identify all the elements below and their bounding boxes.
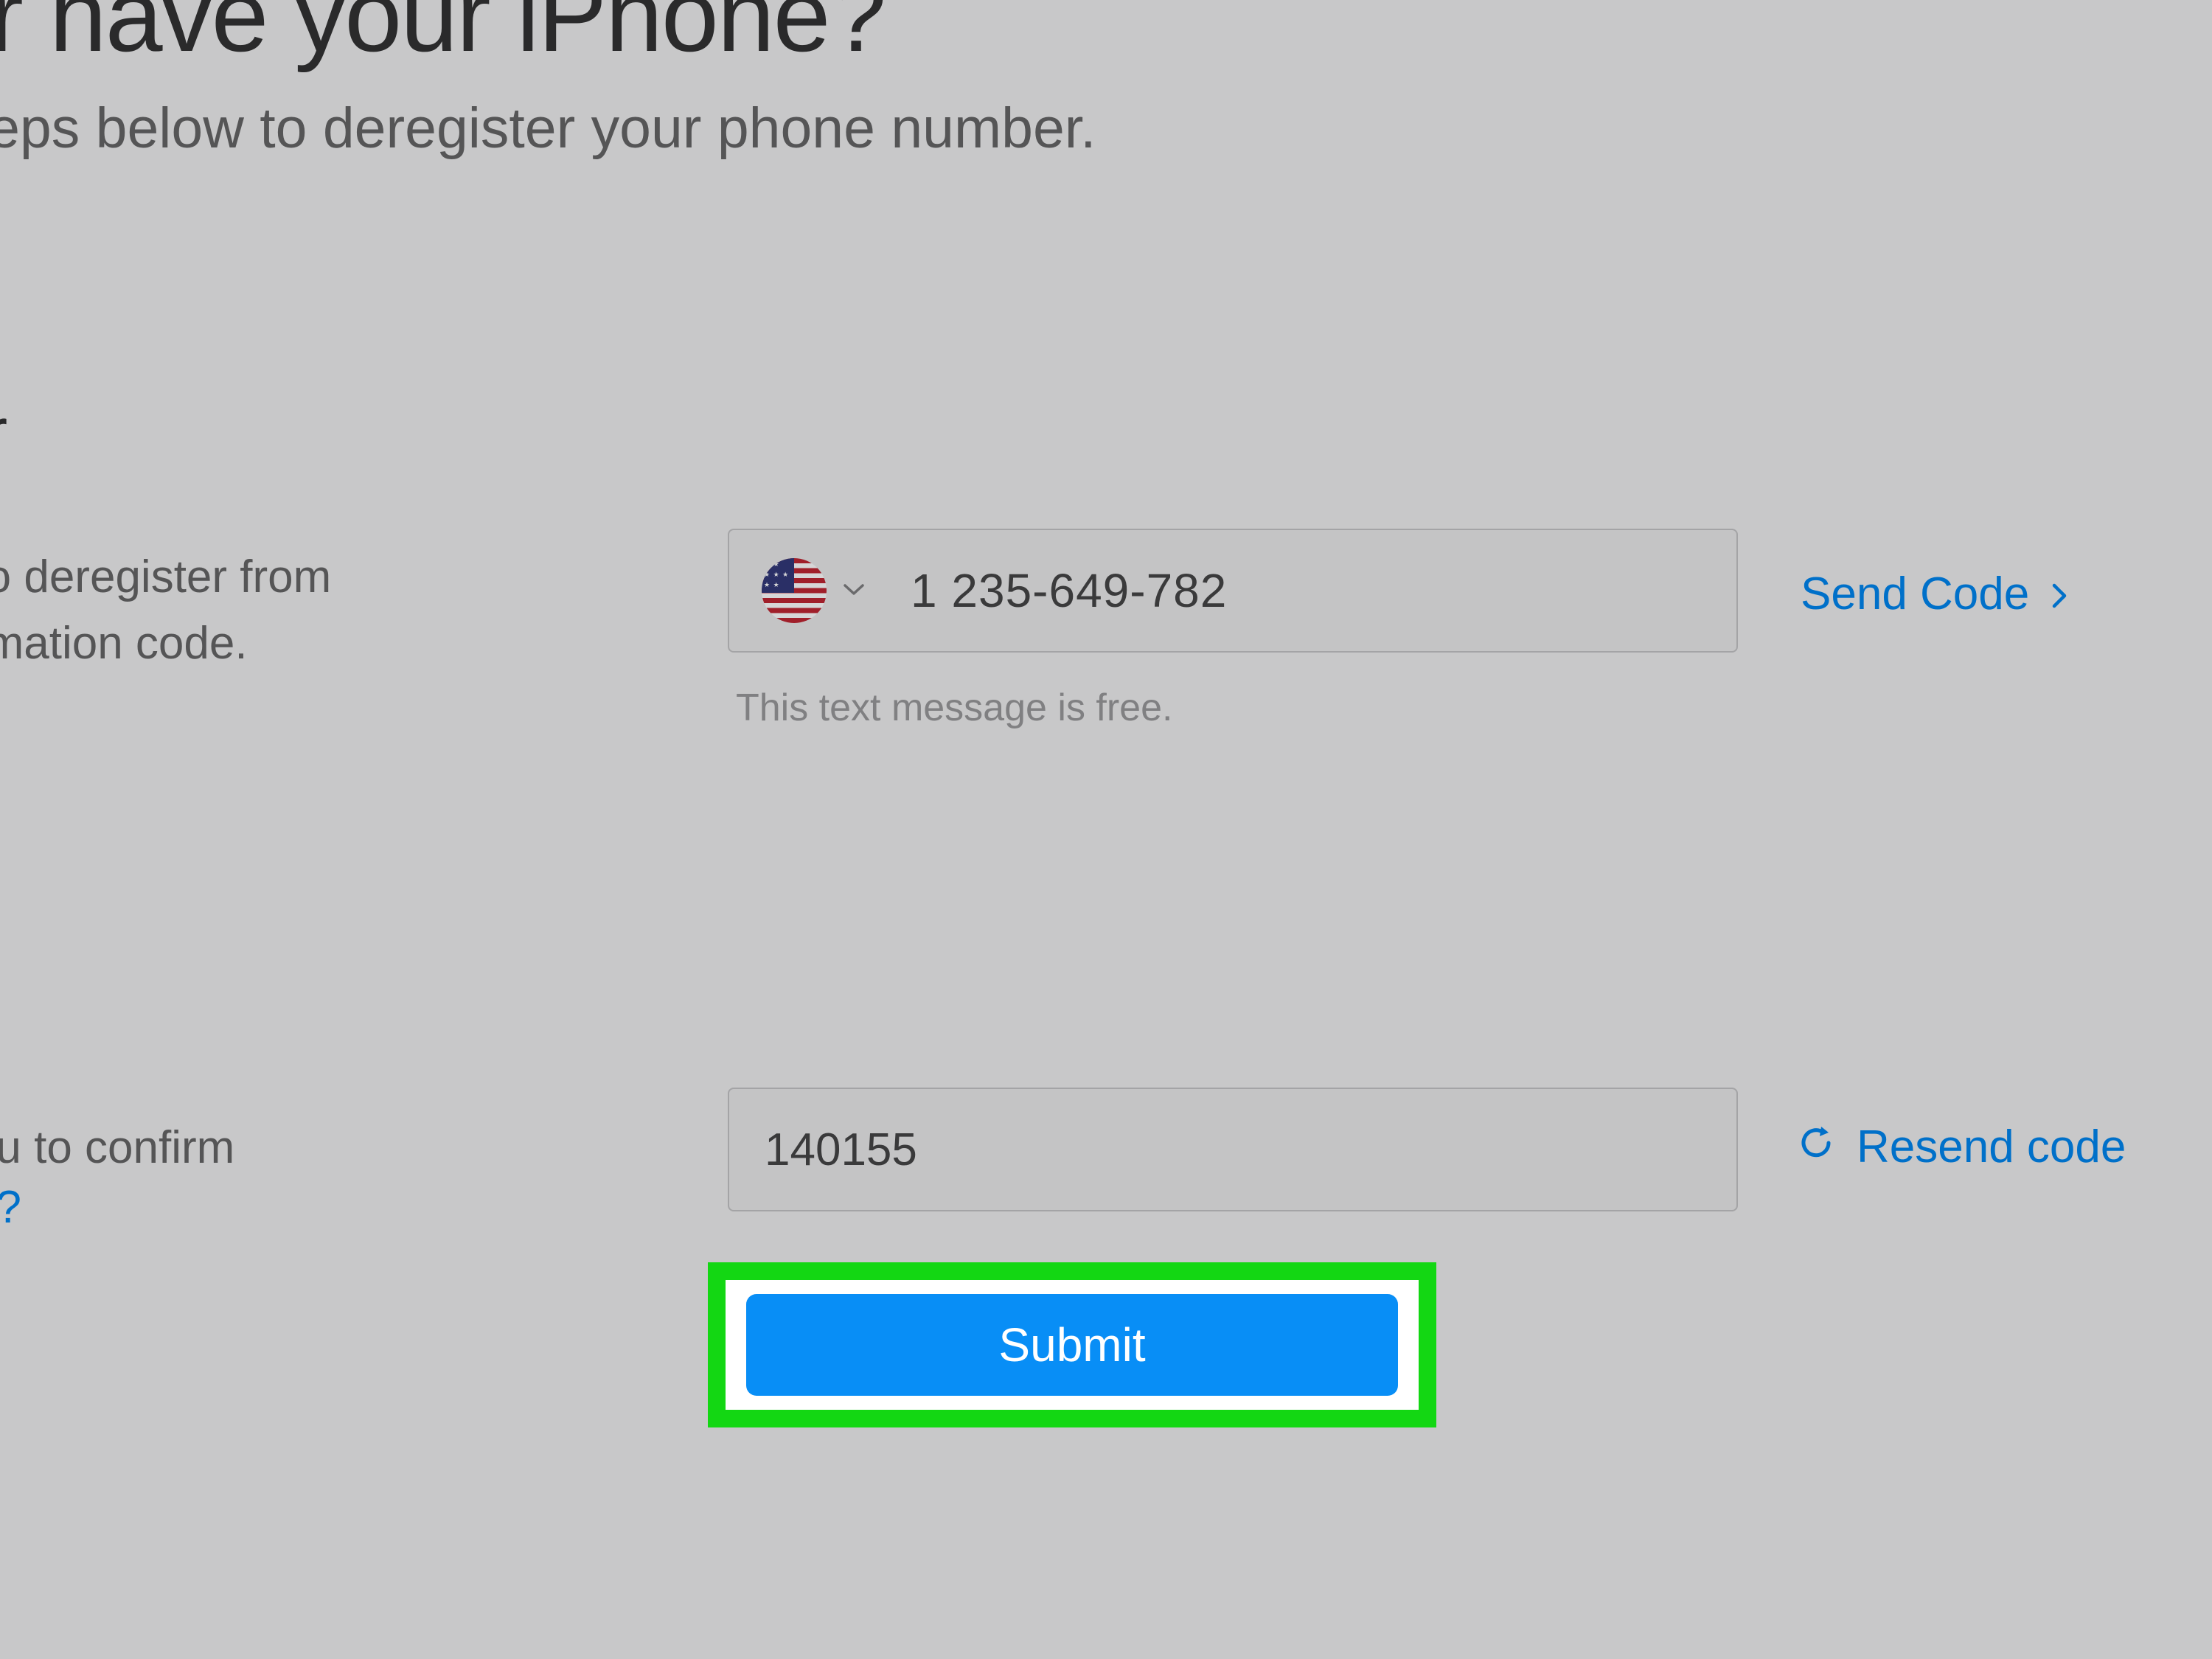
submit-label: Submit	[998, 1318, 1145, 1372]
send-code-link[interactable]: Send Code	[1801, 568, 2067, 620]
phone-input[interactable]: 1 235-649-782	[728, 529, 1738, 653]
phone-hint: This text message is free.	[736, 686, 1172, 730]
phone-desc-line2: onfirmation code.	[0, 611, 248, 677]
submit-button[interactable]: Submit	[746, 1294, 1398, 1396]
page-subtitle: e steps below to deregister your phone n…	[0, 96, 1096, 161]
send-code-label: Send Code	[1801, 568, 2029, 620]
resend-code-link[interactable]: Resend code	[1799, 1121, 2126, 1173]
country-flag-us-icon[interactable]	[762, 558, 827, 623]
phone-section-heading: ber	[0, 394, 7, 470]
no-code-link[interactable]: code?	[0, 1181, 21, 1234]
resend-code-label: Resend code	[1857, 1121, 2126, 1173]
chevron-right-icon	[2051, 568, 2067, 620]
chevron-down-icon[interactable]	[843, 582, 865, 600]
submit-highlight-box: Submit	[708, 1262, 1436, 1427]
phone-desc-line1: ant to deregister from	[0, 544, 331, 611]
code-input[interactable]: 140155	[728, 1088, 1738, 1211]
code-value: 140155	[765, 1124, 917, 1176]
page-title: o longer have your iPhone?	[0, 0, 885, 75]
phone-number-value: 1 235-649-782	[911, 563, 1227, 618]
confirm-desc-line1: to you to confirm	[0, 1115, 234, 1181]
reload-icon	[1799, 1121, 1834, 1173]
